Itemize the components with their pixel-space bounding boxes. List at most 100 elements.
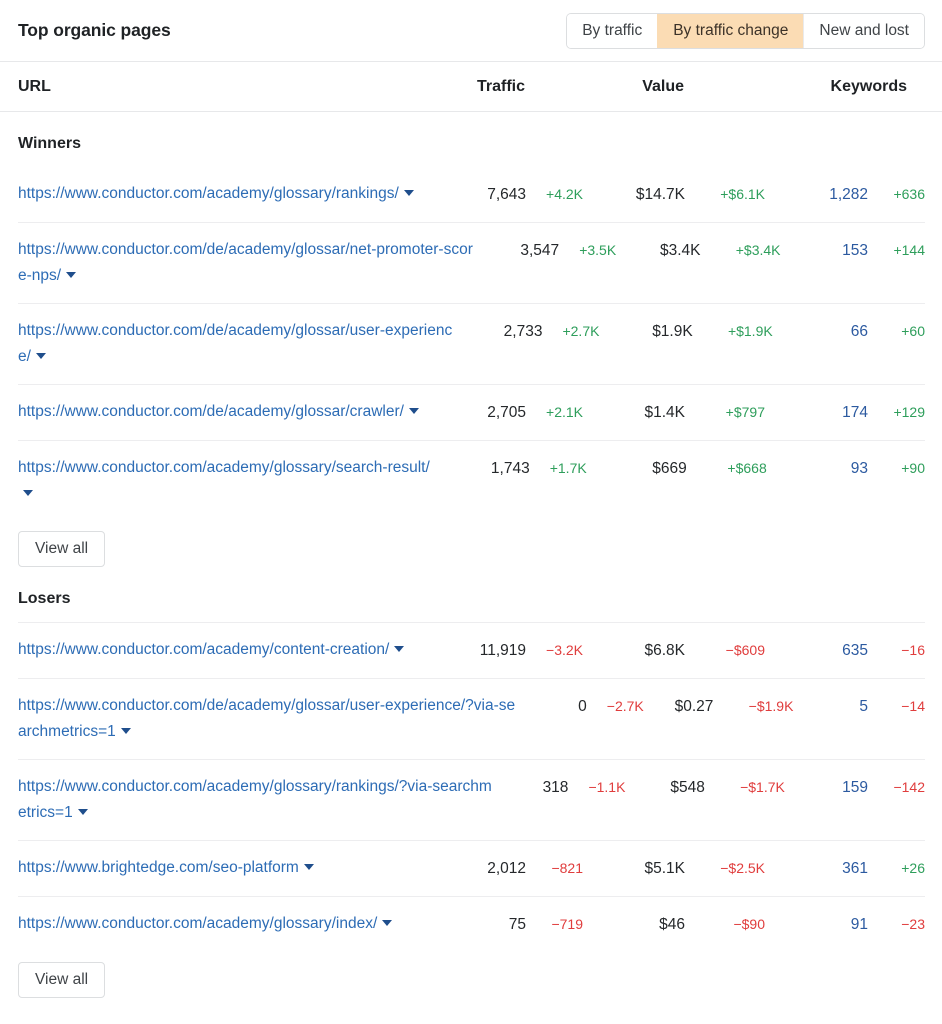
tab-by-traffic[interactable]: By traffic	[567, 14, 657, 48]
url-cell: https://www.conductor.com/de/academy/glo…	[18, 318, 472, 370]
keywords-delta: +60	[868, 318, 925, 344]
traffic-value: 2,705	[487, 400, 526, 426]
value-value-cell: $14.7K+$6.1K	[583, 181, 765, 208]
chevron-down-icon[interactable]	[404, 190, 414, 196]
keywords-value-cell: 66+60	[773, 318, 925, 345]
value-value: $0.27	[675, 694, 714, 720]
url-link[interactable]: https://www.conductor.com/de/academy/glo…	[18, 403, 404, 420]
value-value: $3.4K	[660, 238, 701, 264]
view-all-button[interactable]: View all	[18, 531, 105, 567]
chevron-down-icon[interactable]	[382, 920, 392, 926]
view-all-button[interactable]: View all	[18, 962, 105, 998]
chevron-down-icon[interactable]	[78, 809, 88, 815]
value-value-cell: $3.4K+$3.4K	[616, 237, 780, 264]
keywords-value[interactable]: 159	[842, 775, 868, 801]
keywords-value[interactable]: 361	[842, 856, 868, 882]
panel-header: Top organic pages By traffic By traffic …	[0, 0, 942, 62]
traffic-value: 11,919	[480, 638, 526, 664]
traffic-value-cell: 7,643+4.2K	[449, 181, 583, 208]
column-header-keywords[interactable]: Keywords	[764, 78, 924, 96]
url-cell: https://www.conductor.com/academy/glossa…	[18, 774, 508, 826]
table-row: https://www.conductor.com/academy/glossa…	[0, 760, 942, 840]
value-delta: −$90	[685, 911, 765, 937]
value-value: $548	[670, 775, 704, 801]
url-link[interactable]: https://www.conductor.com/academy/glossa…	[18, 778, 492, 821]
traffic-delta: −1.1K	[568, 774, 625, 800]
url-link[interactable]: https://www.conductor.com/de/academy/glo…	[18, 322, 452, 365]
value-delta: +$668	[687, 455, 767, 481]
chevron-down-icon[interactable]	[36, 353, 46, 359]
value-delta: +$6.1K	[685, 181, 765, 207]
traffic-value-cell: 2,012−821	[449, 855, 583, 882]
section-title: Losers	[0, 567, 942, 622]
traffic-delta: +2.1K	[526, 399, 583, 425]
value-value-cell: $0.27−$1.9K	[644, 693, 794, 720]
keywords-delta: +26	[868, 855, 925, 881]
url-link[interactable]: https://www.conductor.com/academy/glossa…	[18, 459, 430, 476]
keywords-delta: +636	[868, 181, 925, 207]
keywords-delta: +90	[868, 455, 925, 481]
keywords-value[interactable]: 1,282	[829, 182, 868, 208]
keywords-value[interactable]: 93	[851, 456, 868, 482]
keywords-delta: +144	[868, 237, 925, 263]
traffic-value: 2,733	[504, 319, 543, 345]
traffic-value: 7,643	[487, 182, 526, 208]
keywords-value[interactable]: 91	[851, 912, 868, 938]
value-value-cell: $46−$90	[583, 911, 765, 938]
chevron-down-icon[interactable]	[409, 408, 419, 414]
traffic-value-cell: 1,743+1.7K	[454, 455, 587, 482]
value-value: $6.8K	[644, 638, 685, 664]
chevron-down-icon[interactable]	[23, 490, 33, 496]
value-value: $1.4K	[644, 400, 685, 426]
table-row: https://www.brightedge.com/seo-platform 2…	[0, 841, 942, 896]
traffic-value-cell: 318−1.1K	[508, 774, 625, 801]
keywords-value[interactable]: 66	[851, 319, 868, 345]
chevron-down-icon[interactable]	[394, 646, 404, 652]
traffic-delta: −719	[526, 911, 583, 937]
url-link[interactable]: https://www.conductor.com/de/academy/glo…	[18, 697, 515, 740]
traffic-value: 2,012	[487, 856, 526, 882]
keywords-value-cell: 635−16	[765, 637, 925, 664]
keywords-value[interactable]: 5	[859, 694, 868, 720]
keywords-value-cell: 5−14	[793, 693, 925, 720]
keywords-value[interactable]: 153	[842, 238, 868, 264]
column-header-url[interactable]: URL	[18, 78, 448, 96]
sections-container: Winnershttps://www.conductor.com/academy…	[0, 112, 942, 998]
value-value-cell: $1.4K+$797	[583, 399, 765, 426]
column-header-value[interactable]: Value	[582, 78, 764, 96]
keywords-delta: −142	[868, 774, 925, 800]
url-cell: https://www.conductor.com/academy/glossa…	[18, 181, 449, 207]
keywords-value-cell: 153+144	[781, 237, 925, 264]
url-link[interactable]: https://www.conductor.com/de/academy/glo…	[18, 241, 473, 284]
value-value-cell: $6.8K−$609	[583, 637, 765, 664]
traffic-delta: +3.5K	[559, 237, 616, 263]
value-delta: −$2.5K	[685, 855, 765, 881]
value-delta: −$1.9K	[713, 693, 793, 719]
url-link[interactable]: https://www.conductor.com/academy/glossa…	[18, 915, 377, 932]
column-header-traffic[interactable]: Traffic	[448, 78, 582, 96]
table-row: https://www.conductor.com/de/academy/glo…	[0, 679, 942, 759]
value-value: $1.9K	[652, 319, 693, 345]
chevron-down-icon[interactable]	[304, 864, 314, 870]
url-cell: https://www.conductor.com/academy/glossa…	[18, 455, 454, 507]
value-value: $669	[652, 456, 686, 482]
table-header-row: URL Traffic Value Keywords	[0, 62, 942, 112]
tab-new-and-lost[interactable]: New and lost	[803, 14, 924, 48]
traffic-delta: +1.7K	[530, 455, 587, 481]
url-cell: https://www.conductor.com/academy/glossa…	[18, 911, 449, 937]
tab-by-traffic-change[interactable]: By traffic change	[657, 14, 803, 48]
traffic-value-cell: 0−2.7K	[534, 693, 644, 720]
keywords-value[interactable]: 635	[842, 638, 868, 664]
value-value-cell: $669+$668	[587, 455, 767, 482]
value-value: $14.7K	[636, 182, 685, 208]
value-value-cell: $548−$1.7K	[625, 774, 784, 801]
keywords-value[interactable]: 174	[842, 400, 868, 426]
chevron-down-icon[interactable]	[121, 728, 131, 734]
url-link[interactable]: https://www.conductor.com/academy/conten…	[18, 641, 389, 658]
url-link[interactable]: https://www.conductor.com/academy/glossa…	[18, 185, 399, 202]
value-value-cell: $5.1K−$2.5K	[583, 855, 765, 882]
url-link[interactable]: https://www.brightedge.com/seo-platform	[18, 859, 299, 876]
keywords-delta: −23	[868, 911, 925, 937]
chevron-down-icon[interactable]	[66, 272, 76, 278]
url-cell: https://www.brightedge.com/seo-platform	[18, 855, 449, 881]
